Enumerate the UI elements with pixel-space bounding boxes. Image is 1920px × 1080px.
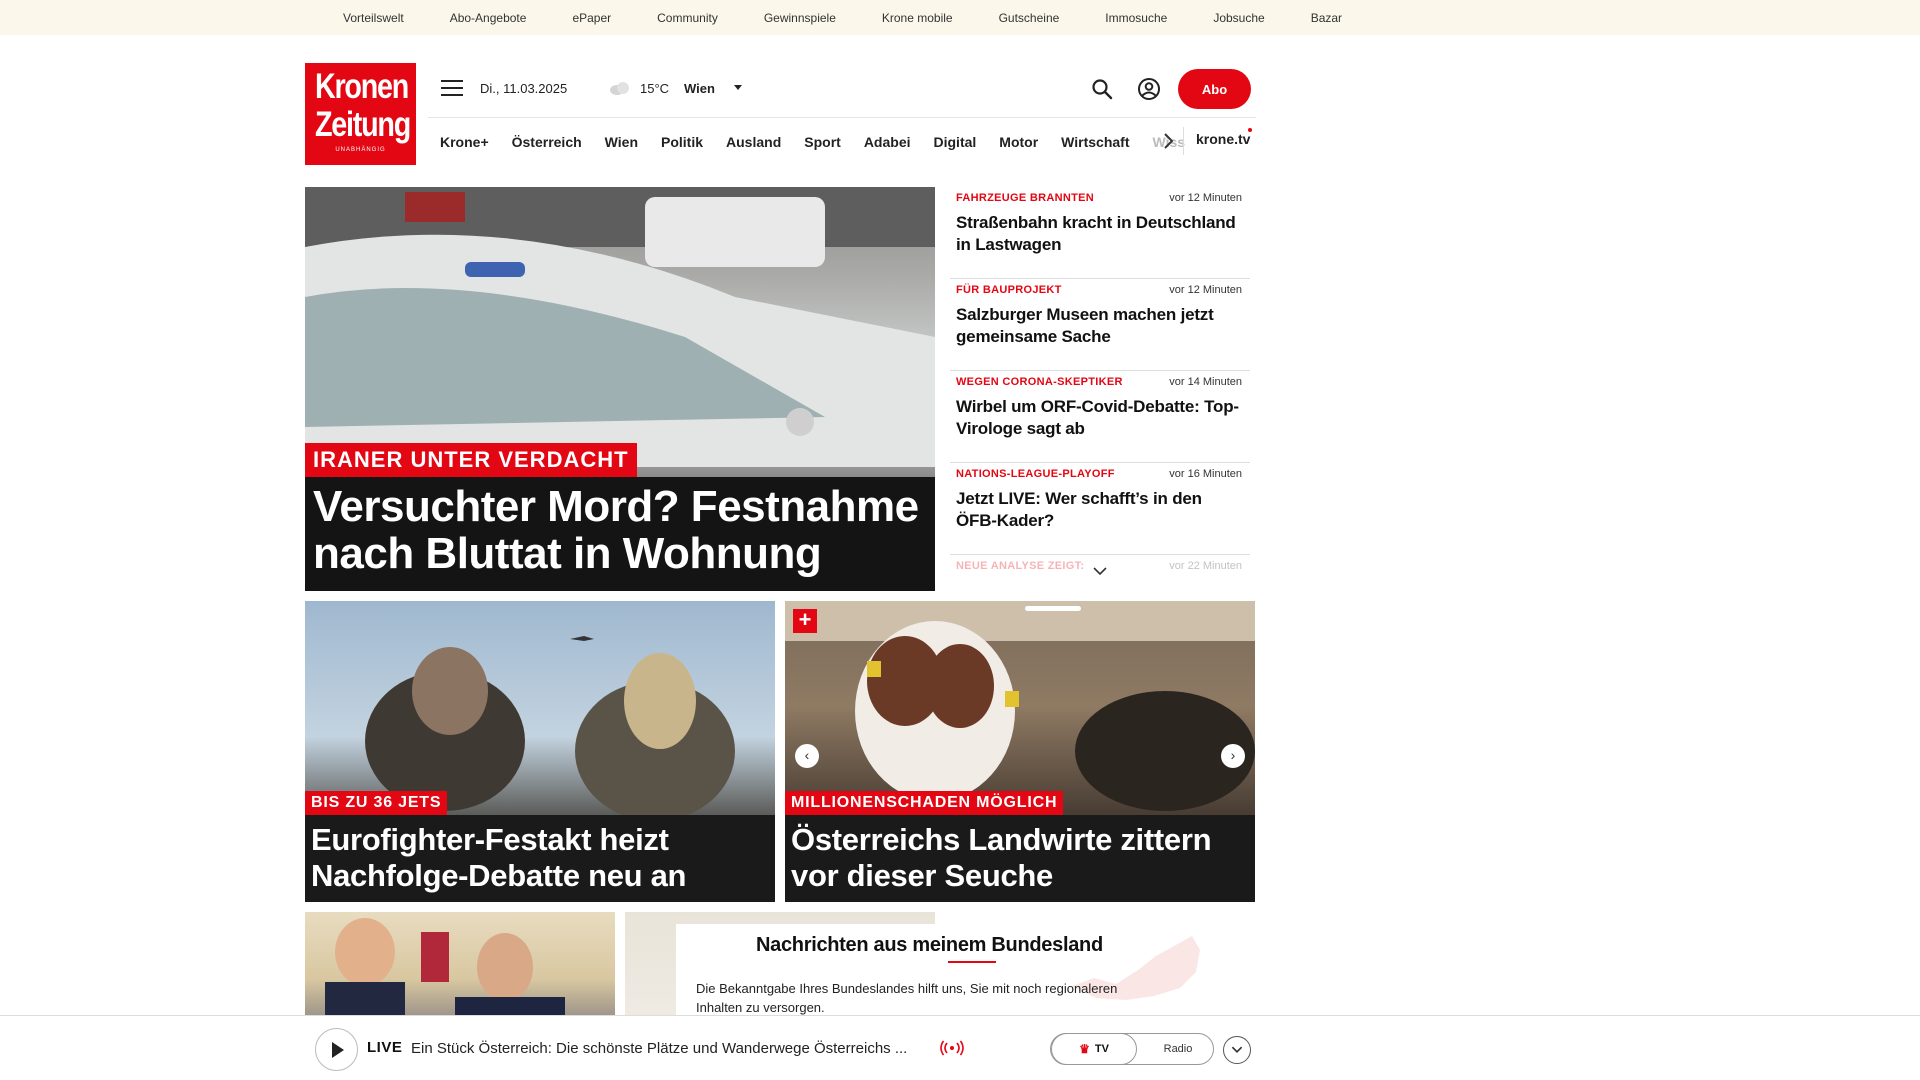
ticker-kicker: FAHRZEUGE BRANNTEN <box>956 192 1095 204</box>
teaser-headline: Eurofighter-Festakt heizt Nachfolge-Deba… <box>311 822 687 893</box>
utility-link-bazar[interactable]: Bazar <box>1311 11 1342 25</box>
ticker-item[interactable]: NATIONS-LEAGUE-PLAYOFF vor 16 Minuten Je… <box>950 463 1250 555</box>
slider-prev-arrow-icon[interactable]: ‹ <box>795 744 819 768</box>
logo-line-2: Zeitung <box>314 105 411 144</box>
current-date: Di., 11.03.2025 <box>480 81 568 96</box>
utility-link-gutscheine[interactable]: Gutscheine <box>999 11 1060 25</box>
teaser-kicker: BIS ZU 36 JETS <box>305 791 448 815</box>
ticker-item[interactable]: FAHRZEUGE BRANNTEN vor 12 Minuten Straße… <box>950 187 1250 279</box>
bundesland-description: Die Bekanntgabe Ihres Bundeslandes hilft… <box>696 981 1118 1015</box>
teaser-headline: Österreichs Landwirte zittern vor dieser… <box>791 822 1212 893</box>
chevron-right-icon[interactable] <box>1160 131 1176 151</box>
utility-link-immosuche[interactable]: Immosuche <box>1105 11 1167 25</box>
utility-link-jobsuche[interactable]: Jobsuche <box>1213 11 1264 25</box>
caret-down-icon[interactable] <box>734 85 742 90</box>
main-navigation: Krone+ Österreich Wien Politik Ausland S… <box>440 130 1208 154</box>
city-selector[interactable]: Wien <box>684 81 715 96</box>
live-dot-indicator <box>1248 128 1252 132</box>
ticker-title: Wirbel um ORF-Covid-Debatte: Top-Virolog… <box>956 397 1239 438</box>
ticker-kicker: WEGEN CORONA-SKEPTIKER <box>956 376 1123 388</box>
slider-next-arrow-icon[interactable]: › <box>1221 744 1245 768</box>
utility-link-gewinnspiele[interactable]: Gewinnspiele <box>764 11 836 25</box>
news-ticker: FAHRZEUGE BRANNTEN vor 12 Minuten Straße… <box>950 187 1250 577</box>
title-underline <box>948 961 996 963</box>
ticker-time: vor 22 Minuten <box>1169 560 1242 572</box>
nav-item-motor[interactable]: Motor <box>999 134 1038 150</box>
nav-item-wien[interactable]: Wien <box>605 134 638 150</box>
ticker-item[interactable]: WEGEN CORONA-SKEPTIKER vor 14 Minuten Wi… <box>950 371 1250 463</box>
utility-links: Vorteilswelt Abo-Angebote ePaper Communi… <box>343 0 1388 35</box>
utility-link-community[interactable]: Community <box>657 11 718 25</box>
crown-icon: ♛ <box>1079 1042 1090 1056</box>
krone-plus-badge: + <box>793 609 817 633</box>
top-utility-bar: Vorteilswelt Abo-Angebote ePaper Communi… <box>0 0 1920 35</box>
search-icon[interactable] <box>1090 77 1114 101</box>
ticker-time: vor 14 Minuten <box>1169 376 1242 388</box>
teaser-photo-jet-spectators <box>365 636 735 815</box>
nav-item-digital[interactable]: Digital <box>934 134 977 150</box>
utility-link-krone-mobile[interactable]: Krone mobile <box>882 11 953 25</box>
live-player-bar: LIVE Ein Stück Österreich: Die schönste … <box>0 1015 1920 1080</box>
live-stream-title[interactable]: Ein Stück Österreich: Die schönste Plätz… <box>411 1040 907 1057</box>
nav-item-ausland[interactable]: Ausland <box>726 134 781 150</box>
ticker-time: vor 12 Minuten <box>1169 284 1242 296</box>
utility-link-vorteilswelt[interactable]: Vorteilswelt <box>343 11 404 25</box>
nav-item-wirtschaft[interactable]: Wirtschaft <box>1061 134 1129 150</box>
cloud-icon <box>610 82 629 95</box>
teaser-eurofighter[interactable]: BIS ZU 36 JETS Eurofighter-Festakt heizt… <box>305 601 775 902</box>
user-account-icon[interactable] <box>1137 77 1161 101</box>
nav-separator <box>1183 127 1184 155</box>
hero-headline: Versuchter Mord? Festnahme nach Bluttat … <box>313 482 919 578</box>
ticker-time: vor 16 Minuten <box>1169 468 1242 480</box>
expand-chevron-icon[interactable] <box>1223 1036 1251 1064</box>
ticker-kicker: NATIONS-LEAGUE-PLAYOFF <box>956 468 1115 480</box>
ticker-time: vor 12 Minuten <box>1169 192 1242 204</box>
hero-article[interactable]: IRANER UNTER VERDACHT Versuchter Mord? F… <box>305 187 935 591</box>
tv-radio-toggle: ♛ TV Radio <box>1050 1033 1214 1065</box>
kronen-zeitung-logo[interactable]: Kronen Zeitung UNABHÄNGIG <box>305 63 416 165</box>
header-divider <box>428 117 1256 118</box>
bundesland-title: Nachrichten aus meinem Bundesland <box>756 934 1103 956</box>
nav-item-politik[interactable]: Politik <box>661 134 703 150</box>
hero-kicker: IRANER UNTER VERDACHT <box>305 443 637 477</box>
teaser-photo-cows <box>785 601 1255 811</box>
teaser-landwirte[interactable]: + ‹ › MILLIONENSCHADEN MÖGLICH Österreic… <box>785 601 1255 902</box>
slider-position-indicator <box>1025 606 1081 611</box>
radio-toggle-button[interactable]: Radio <box>1143 1034 1213 1064</box>
nav-item-kroneplus[interactable]: Krone+ <box>440 134 489 150</box>
abo-button[interactable]: Abo <box>1178 69 1251 109</box>
krone-tv-link[interactable]: krone.tv <box>1196 131 1250 147</box>
teaser-kicker: MILLIONENSCHADEN MÖGLICH <box>785 791 1064 815</box>
ticker-item[interactable]: FÜR BAUPROJEKT vor 12 Minuten Salzburger… <box>950 279 1250 371</box>
live-label: LIVE <box>367 1039 403 1056</box>
hamburger-menu-icon[interactable] <box>441 80 463 98</box>
ticker-kicker: NEUE ANALYSE ZEIGT: <box>956 560 1085 572</box>
tv-label: TV <box>1094 1043 1109 1055</box>
nav-item-oesterreich[interactable]: Österreich <box>512 134 582 150</box>
broadcast-icon <box>940 1040 964 1056</box>
ticker-kicker: FÜR BAUPROJEKT <box>956 284 1062 296</box>
ticker-title: Salzburger Museen machen jetzt gemeinsam… <box>956 305 1214 346</box>
utility-link-abo-angebote[interactable]: Abo-Angebote <box>450 11 527 25</box>
play-icon[interactable] <box>315 1028 358 1071</box>
utility-link-epaper[interactable]: ePaper <box>572 11 611 25</box>
ticker-title: Jetzt LIVE: Wer schafft’s in den ÖFB-Kad… <box>956 489 1202 530</box>
nav-item-sport[interactable]: Sport <box>804 134 841 150</box>
logo-line-1: Kronen <box>314 67 409 106</box>
ticker-title: Straßenbahn kracht in Deutschland in Las… <box>956 213 1236 254</box>
logo-tagline: UNABHÄNGIG <box>335 147 386 153</box>
temperature: 15°C <box>640 81 670 96</box>
chevron-down-icon[interactable] <box>1092 565 1108 577</box>
nav-item-adabei[interactable]: Adabei <box>864 134 911 150</box>
tv-toggle-button[interactable]: ♛ TV <box>1051 1033 1137 1065</box>
